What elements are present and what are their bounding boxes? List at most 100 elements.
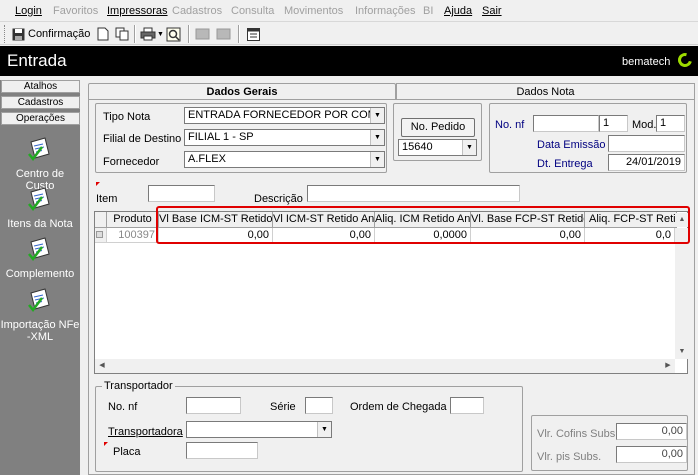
toolbar-separator bbox=[188, 25, 190, 43]
pedido-value: 15640 bbox=[402, 141, 433, 153]
confirm-button[interactable]: Confirmação bbox=[12, 25, 90, 43]
sidebar-tab-cadastros[interactable]: Cadastros bbox=[1, 96, 80, 109]
filial-select[interactable]: FILIAL 1 - SP ▼ bbox=[184, 129, 385, 146]
grid-corner bbox=[95, 212, 107, 228]
sidebar-tab-atalhos[interactable]: Atalhos bbox=[1, 80, 80, 93]
scroll-down-icon[interactable]: ▼ bbox=[675, 345, 689, 359]
fornecedor-label: Fornecedor bbox=[103, 156, 160, 168]
tab-dados-nota[interactable]: Dados Nota bbox=[396, 83, 695, 100]
menu-sair[interactable]: Sair bbox=[482, 5, 502, 17]
transportadora-label[interactable]: Transportadora bbox=[108, 426, 183, 438]
confirm-label: Confirmação bbox=[28, 28, 91, 40]
highlight-box bbox=[156, 206, 690, 244]
grid-header-produto[interactable]: Produto bbox=[107, 212, 159, 228]
sidebar-item-label: Complemento bbox=[5, 268, 75, 280]
nonf-label: No. nf bbox=[495, 119, 525, 131]
placa-label: Placa bbox=[113, 446, 141, 458]
sidebar-item-itens-da-nota[interactable]: Itens da Nota bbox=[0, 186, 80, 230]
tipo-nota-label: Tipo Nota bbox=[103, 111, 151, 123]
calendar-button[interactable] bbox=[247, 25, 260, 43]
serie-input[interactable] bbox=[305, 397, 333, 414]
sidebar-item-complemento[interactable]: Complemento bbox=[0, 236, 80, 280]
window-header: Entrada bematech bbox=[0, 46, 698, 76]
nonf-input[interactable] bbox=[533, 115, 599, 132]
disabled-tool-button[interactable] bbox=[195, 25, 210, 43]
brand-name: bematech bbox=[622, 56, 671, 68]
filial-label: Filial de Destino bbox=[103, 133, 182, 145]
emissao-label: Data Emissão bbox=[537, 139, 606, 151]
calendar-icon bbox=[247, 28, 260, 41]
vertical-scrollbar[interactable] bbox=[675, 228, 689, 359]
mod-label: Mod. bbox=[632, 119, 657, 131]
row-selector[interactable] bbox=[95, 228, 107, 243]
grid-cell-produto[interactable]: 100397 bbox=[107, 228, 159, 243]
menu-favoritos[interactable]: Favoritos bbox=[53, 5, 98, 17]
sidebar-tab-operacoes[interactable]: Operações bbox=[1, 112, 80, 125]
toolbar-grip bbox=[4, 25, 7, 43]
sidebar: Atalhos Cadastros Operações Centro de Cu… bbox=[0, 80, 80, 475]
menu-consulta[interactable]: Consulta bbox=[231, 5, 274, 17]
filial-value: FILIAL 1 - SP bbox=[188, 131, 254, 143]
copy-button[interactable] bbox=[115, 25, 129, 43]
entrega-label: Dt. Entrega bbox=[537, 158, 593, 170]
sidebar-item-importacao-nfe-xml[interactable]: Importação NFe -XML bbox=[0, 287, 80, 343]
nonf-serie-input[interactable]: 1 bbox=[599, 115, 628, 132]
horizontal-scrollbar[interactable] bbox=[95, 359, 675, 373]
placa-input[interactable] bbox=[186, 442, 258, 459]
search-button[interactable] bbox=[166, 25, 181, 43]
mod-input[interactable]: 1 bbox=[656, 115, 685, 132]
fornecedor-select[interactable]: A.FLEX ▼ bbox=[184, 151, 385, 168]
chevron-down-icon[interactable]: ▼ bbox=[370, 108, 384, 123]
toolbar-separator bbox=[134, 25, 136, 43]
serie-label: Série bbox=[270, 401, 296, 413]
tab-dados-gerais[interactable]: Dados Gerais bbox=[88, 83, 396, 100]
chevron-down-icon[interactable]: ▼ bbox=[462, 140, 476, 155]
item-input[interactable] bbox=[148, 185, 215, 202]
chevron-down-icon[interactable]: ▼ bbox=[370, 152, 384, 167]
ordem-chegada-input[interactable] bbox=[450, 397, 484, 414]
chevron-down-icon[interactable]: ▼ bbox=[317, 422, 331, 437]
emissao-input[interactable] bbox=[608, 135, 685, 152]
ordem-chegada-label: Ordem de Chegada bbox=[350, 401, 447, 413]
document-check-icon bbox=[28, 237, 50, 262]
disabled-tool-icon bbox=[195, 28, 210, 40]
page-title: Entrada bbox=[7, 51, 67, 70]
menu-movimentos[interactable]: Movimentos bbox=[284, 5, 343, 17]
descricao-label: Descrição bbox=[254, 193, 303, 205]
sidebar-item-label: Itens da Nota bbox=[7, 218, 73, 230]
pedido-select[interactable]: 15640 ▼ bbox=[398, 139, 477, 156]
document-check-icon bbox=[28, 187, 50, 212]
menu-impressoras[interactable]: Impressoras bbox=[107, 5, 168, 17]
document-check-icon bbox=[28, 137, 50, 162]
tipo-nota-select[interactable]: ENTRADA FORNECEDOR POR COMPRAS ▼ bbox=[184, 107, 385, 124]
required-marker bbox=[96, 182, 100, 186]
print-button[interactable]: ▼ bbox=[140, 25, 164, 43]
item-label: Item bbox=[96, 193, 118, 205]
scroll-left-icon[interactable]: ◀ bbox=[95, 359, 109, 373]
required-marker bbox=[104, 442, 108, 446]
new-document-button[interactable] bbox=[97, 25, 109, 43]
descricao-input[interactable] bbox=[307, 185, 520, 202]
sidebar-item-centro-de-custo[interactable]: Centro de Custo bbox=[0, 136, 80, 192]
cofins-input[interactable]: 0,00 bbox=[616, 423, 687, 440]
chevron-down-icon[interactable]: ▼ bbox=[370, 130, 384, 145]
disabled-tool-button[interactable] bbox=[216, 25, 231, 43]
entrega-input[interactable]: 24/01/2019 bbox=[608, 154, 685, 171]
menu-cadastros[interactable]: Cadastros bbox=[172, 5, 222, 17]
transport-nonf-input[interactable] bbox=[186, 397, 241, 414]
menu-ajuda[interactable]: Ajuda bbox=[444, 5, 472, 17]
menu-login[interactable]: Login bbox=[15, 5, 42, 17]
tipo-nota-value: ENTRADA FORNECEDOR POR COMPRAS bbox=[188, 109, 385, 121]
pedido-button[interactable]: No. Pedido bbox=[401, 118, 475, 137]
save-icon bbox=[12, 28, 25, 40]
print-dropdown-icon[interactable]: ▼ bbox=[157, 31, 164, 38]
menu-bar: Login Favoritos Impressoras Cadastros Co… bbox=[0, 0, 698, 22]
menu-informacoes[interactable]: Informações bbox=[355, 5, 416, 17]
scroll-right-icon[interactable]: ▶ bbox=[661, 359, 675, 373]
copy-icon bbox=[115, 27, 129, 41]
transport-nonf-label: No. nf bbox=[108, 401, 138, 413]
cofins-label: Vlr. Cofins Subs. bbox=[537, 428, 619, 440]
pis-input[interactable]: 0,00 bbox=[616, 446, 687, 463]
menu-bi[interactable]: BI bbox=[423, 5, 433, 17]
transportadora-select[interactable]: ▼ bbox=[186, 421, 332, 438]
